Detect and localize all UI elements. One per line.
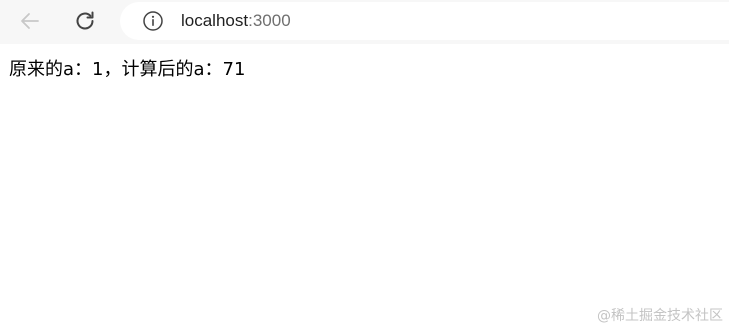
url-port: :3000 xyxy=(248,11,291,30)
back-button[interactable] xyxy=(15,6,45,36)
watermark: @稀土掘金技术社区 xyxy=(597,308,723,324)
result-text: 原来的a：1，计算后的a：71 xyxy=(9,59,246,80)
reload-icon xyxy=(76,11,94,30)
info-icon[interactable] xyxy=(142,10,164,32)
reload-button[interactable] xyxy=(70,6,100,36)
arrow-left-icon xyxy=(21,13,39,29)
address-bar[interactable]: localhost:3000 xyxy=(120,2,729,40)
browser-toolbar: localhost:3000 xyxy=(0,0,729,44)
url-host: localhost xyxy=(181,11,249,30)
url-text[interactable]: localhost:3000 xyxy=(181,11,291,31)
page-content: 原来的a：1，计算后的a：71 @稀土掘金技术社区 xyxy=(0,44,729,331)
